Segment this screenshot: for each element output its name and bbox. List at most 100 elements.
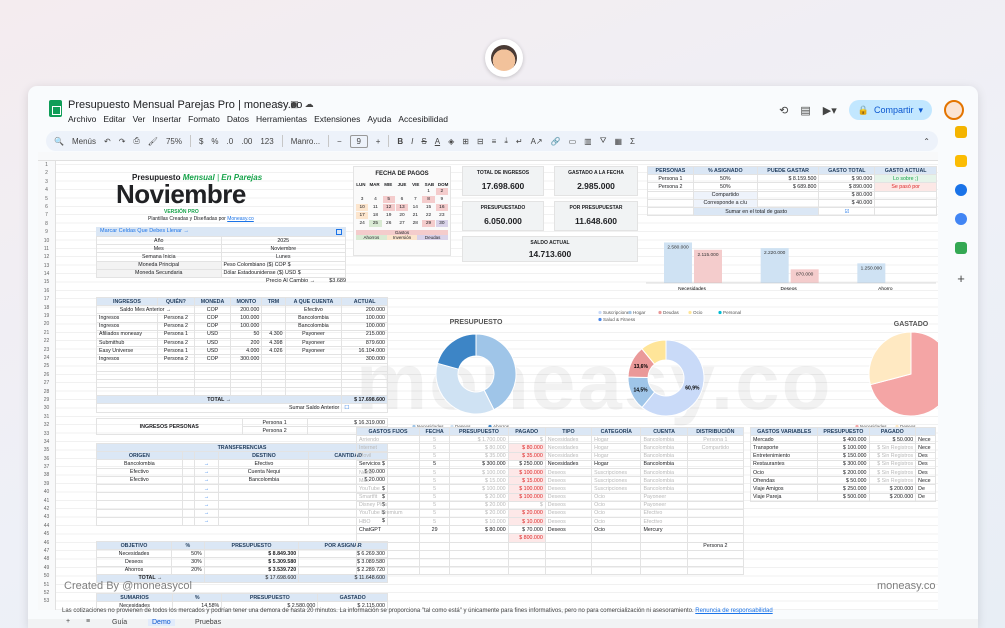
empty-cell[interactable]: Persona 2 (686, 541, 745, 551)
gasto-fijo-categoria[interactable]: Ocio (591, 508, 642, 519)
calendar-day[interactable]: 30 (435, 220, 448, 227)
gasto-fijo-cuenta[interactable]: Bancolombia (640, 435, 688, 445)
italic-icon[interactable]: I (411, 137, 413, 146)
gasto-fijo-distribucion[interactable] (686, 508, 745, 519)
calendar-day[interactable] (369, 188, 381, 195)
menu-formato[interactable]: Formato (188, 114, 220, 124)
row-number[interactable]: 21 (38, 329, 55, 337)
calendar-day[interactable]: 9 (436, 196, 448, 203)
calendar-day[interactable]: 27 (396, 220, 408, 227)
ingreso-cell-d[interactable]: 200.000 (230, 305, 263, 315)
config-value[interactable]: 2025 (220, 235, 346, 246)
gasto-fijo-cuenta[interactable]: Bancolombia (640, 467, 688, 478)
calendar-day[interactable]: 18 (369, 212, 381, 219)
gasto-fijo-distribucion[interactable] (686, 500, 745, 510)
config-value[interactable]: Lunes (220, 252, 346, 262)
zoom-select[interactable]: 75% (166, 137, 182, 146)
calendar-icon[interactable] (955, 126, 967, 138)
share-button[interactable]: 🔒 Compartir ▾ (848, 100, 932, 120)
gasto-variable-paid[interactable]: $ Sin Registros (868, 451, 917, 461)
gasto-fijo-fecha[interactable]: 5 (419, 517, 451, 527)
gasto-variable-tipo[interactable]: De (915, 492, 936, 502)
empty-cell[interactable] (507, 557, 546, 568)
empty-cell[interactable] (591, 549, 642, 560)
gasto-fijo-categoria[interactable]: Hogar (591, 435, 642, 445)
gasto-fijo-distribucion[interactable]: Compartido (686, 443, 745, 453)
calendar-day[interactable]: 2 (435, 188, 448, 195)
search-menus-icon[interactable]: 🔍 (54, 137, 64, 146)
gasto-fijo-cuenta[interactable]: Bancolombia (640, 476, 688, 486)
ingreso-cell-g[interactable]: 879.600 (341, 337, 388, 348)
ingreso-cell-b[interactable]: Persona 2 (156, 337, 195, 348)
gasto-variable-budget[interactable]: $ 150.000 (817, 451, 870, 461)
empty-cell[interactable] (419, 549, 451, 560)
ingreso-cell-c[interactable]: COP (193, 313, 232, 323)
collapse-toolbar-icon[interactable]: ⌃ (923, 137, 930, 146)
calendar-day[interactable]: 24 (356, 220, 368, 227)
row-number[interactable]: 36 (38, 455, 55, 463)
gasto-fijo-cuenta[interactable]: Bancolombia (640, 484, 688, 494)
gasto-fijo-fecha[interactable]: 5 (419, 435, 451, 445)
calendar-day[interactable]: 25 (369, 220, 382, 227)
gasto-fijo-fecha[interactable]: 5 (419, 508, 451, 519)
gasto-fijo-budget[interactable]: $ 80.000 (449, 443, 509, 453)
transfer-origen[interactable] (96, 500, 183, 510)
gasto-variable-paid[interactable]: $ Sin Registros (868, 476, 917, 486)
gasto-fijo-tipo[interactable]: Necesidades (544, 459, 593, 469)
add-addon-icon[interactable]: + (944, 271, 978, 286)
gasto-fijo-categoria[interactable]: Hogar (591, 451, 642, 461)
gasto-variable-name[interactable]: Entretenimiento (749, 451, 819, 461)
objetivo-pct[interactable]: 30% (170, 557, 205, 567)
row-number[interactable]: 11 (38, 245, 55, 253)
gasto-fijo-distribucion[interactable]: Persona 1 (686, 435, 745, 445)
empty-cell[interactable] (449, 566, 509, 576)
gasto-variable-name[interactable]: Mercado (749, 435, 819, 445)
gasto-fijo-cuenta[interactable]: Bancolombia (640, 443, 688, 453)
row-number[interactable]: 39 (38, 480, 55, 488)
gasto-variable-budget[interactable]: $ 250.000 (817, 484, 870, 494)
ingreso-cell-f[interactable]: Bancolombia (284, 313, 343, 323)
calendar-day[interactable]: 11 (369, 204, 381, 211)
gasto-variable-name[interactable]: Restaurantes (749, 459, 819, 469)
row-number[interactable]: 16 (38, 287, 55, 295)
gasto-fijo-paid[interactable]: $ 80.000 (507, 443, 546, 453)
empty-cell[interactable] (284, 387, 343, 397)
ingreso-cell-g[interactable]: 100.000 (341, 321, 388, 331)
persona-pct[interactable]: 50% (692, 182, 758, 192)
gasto-fijo-budget[interactable]: $ 1.700.000 (449, 435, 509, 445)
gasto-fijo-paid[interactable]: $ 15.000 (507, 476, 546, 486)
gasto-fijo-paid[interactable]: $ 20.000 (507, 508, 546, 519)
gasto-fijo-name[interactable]: Max (355, 476, 421, 486)
gasto-fijo-name[interactable]: Movil (355, 451, 421, 461)
gasto-fijo-fecha[interactable]: 5 (419, 492, 451, 502)
gasto-variable-paid[interactable]: $ Sin Registros (868, 443, 917, 453)
star-icon[interactable]: ☆ (276, 99, 290, 109)
empty-cell[interactable] (96, 387, 158, 397)
gasto-fijo-paid[interactable]: $ 100.000 (507, 484, 546, 494)
gasto-fijo-categoria[interactable]: Ocio (591, 517, 642, 527)
calendar-day[interactable]: 5 (382, 196, 395, 203)
increase-decimal-icon[interactable]: .00 (241, 137, 252, 146)
gasto-variable-budget[interactable]: $ 300.000 (817, 459, 870, 469)
transfer-destino[interactable] (218, 492, 310, 502)
ingreso-cell-e[interactable] (261, 305, 286, 315)
contacts-icon[interactable] (955, 213, 967, 225)
empty-cell[interactable] (261, 370, 286, 380)
gasto-fijo-cuenta[interactable]: Mercury (640, 525, 688, 535)
empty-cell[interactable] (193, 378, 232, 389)
gasto-fijo-fecha[interactable]: 5 (419, 451, 451, 461)
gasto-fijo-budget[interactable]: $ 100.000 (449, 484, 509, 494)
row-number[interactable]: 42 (38, 505, 55, 513)
gasto-variable-name[interactable]: Ofrendas (749, 476, 819, 486)
persona-pct[interactable]: 50% (692, 174, 758, 184)
empty-cell[interactable] (419, 533, 451, 543)
gasto-fijo-tipo[interactable]: Necesidades (544, 435, 593, 445)
gasto-variable-tipo[interactable]: Nece (915, 476, 936, 486)
ingreso-cell-g[interactable]: 300.000 (341, 354, 388, 364)
empty-cell[interactable] (507, 549, 546, 560)
calendar-day[interactable]: 23 (436, 212, 448, 219)
calendar-day[interactable]: 28 (409, 220, 421, 227)
empty-cell[interactable] (544, 533, 593, 543)
empty-cell[interactable] (449, 549, 509, 560)
gasto-fijo-fecha[interactable]: 5 (419, 467, 451, 478)
